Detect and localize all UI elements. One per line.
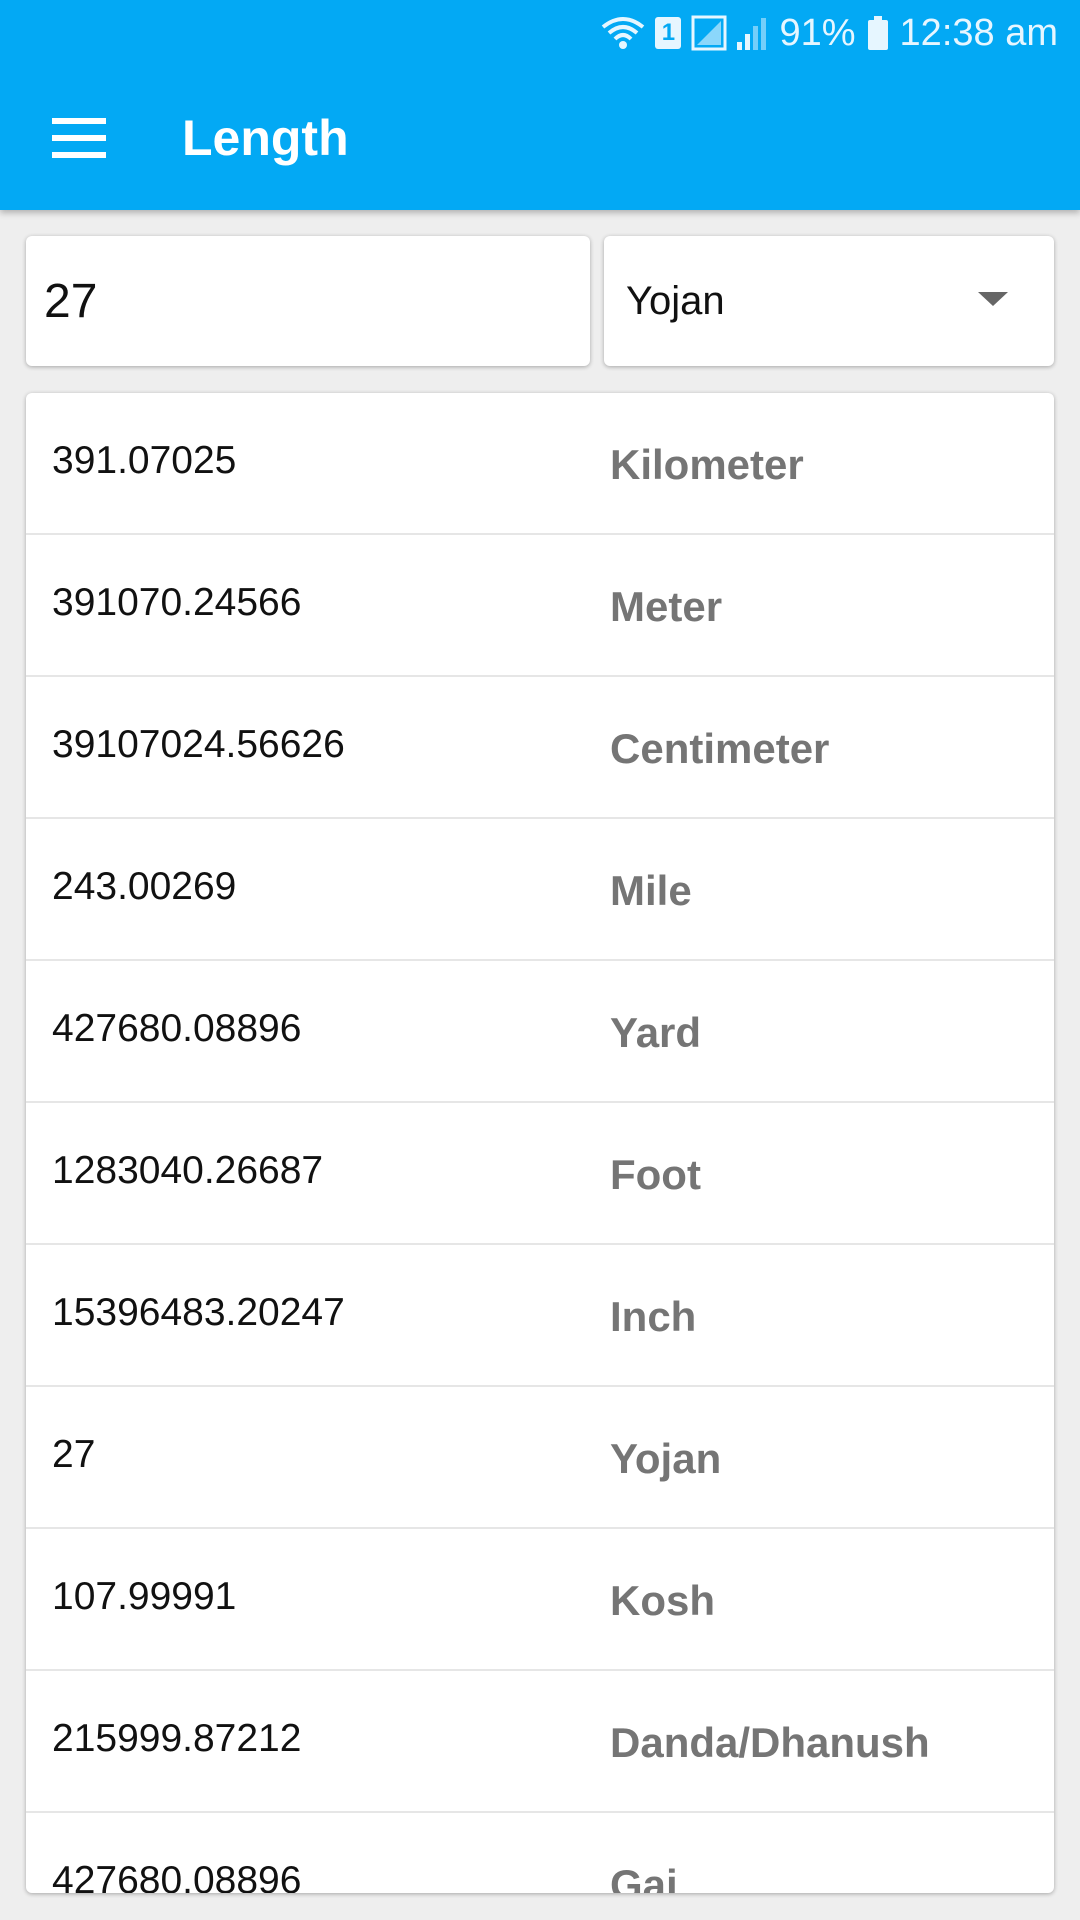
list-item[interactable]: 15396483.20247 Inch [26,1245,1054,1387]
list-item[interactable]: 107.99991 Kosh [26,1529,1054,1671]
dropdown-arrow-icon [978,292,1008,306]
menu-button[interactable] [24,83,134,193]
list-item[interactable]: 427680.08896 Yard [26,961,1054,1103]
result-unit: Yard [610,1009,702,1056]
result-unit: Gaj [610,1861,678,1893]
result-unit: Inch [610,1293,697,1340]
value-field [26,236,590,366]
result-value: 15396483.20247 [52,1291,345,1334]
clock: 12:38 am [899,11,1058,54]
result-value: 427680.08896 [52,1859,302,1893]
result-unit: Danda/Dhanush [610,1719,930,1766]
signal-bars-icon [737,18,767,50]
signal-icon [691,15,727,51]
list-item[interactable]: 215999.87212 Danda/Dhanush [26,1671,1054,1813]
result-value: 107.99991 [52,1575,237,1618]
result-value: 1283040.26687 [52,1149,324,1192]
toolbar: Length [0,66,1080,210]
status-icons: 1 [601,15,767,51]
result-value: 391070.24566 [52,581,302,624]
status-bar: 1 91% 12:38 am [0,0,1080,66]
result-value: 427680.08896 [52,1007,302,1050]
result-unit: Meter [610,583,723,630]
list-item[interactable]: 427680.08896 Gaj [26,1813,1054,1893]
result-unit: Kosh [610,1577,715,1624]
result-unit: Yojan [610,1435,722,1482]
list-item[interactable]: 1283040.26687 Foot [26,1103,1054,1245]
sim-badge-icon: 1 [655,17,682,49]
unit-select[interactable]: Yojan [604,236,1054,366]
results-list[interactable]: 391.07025 Kilometer 391070.24566 Meter 3… [26,393,1054,1893]
list-item[interactable]: 27 Yojan [26,1387,1054,1529]
result-unit: Foot [610,1151,701,1198]
list-item[interactable]: 391.07025 Kilometer [26,393,1054,535]
hamburger-menu-icon [52,118,106,158]
list-item[interactable]: 243.00269 Mile [26,819,1054,961]
list-item[interactable]: 39107024.56626 Centimeter [26,677,1054,819]
result-unit: Centimeter [610,725,830,772]
result-value: 27 [52,1433,96,1476]
page-title: Length [182,110,349,166]
converter-inputs: Yojan [26,236,1054,366]
battery-icon [867,16,888,50]
result-value: 39107024.56626 [52,723,345,766]
app-bar: 1 91% 12:38 am Length [0,0,1080,210]
result-value: 215999.87212 [52,1717,302,1760]
result-unit: Mile [610,867,692,914]
result-value: 243.00269 [52,865,237,908]
list-item[interactable]: 391070.24566 Meter [26,535,1054,677]
result-value: 391.07025 [52,439,237,482]
battery-percent: 91% [779,11,856,54]
unit-select-value: Yojan [626,278,725,323]
value-input[interactable] [26,236,590,366]
wifi-icon [602,17,645,49]
result-unit: Kilometer [610,441,804,488]
